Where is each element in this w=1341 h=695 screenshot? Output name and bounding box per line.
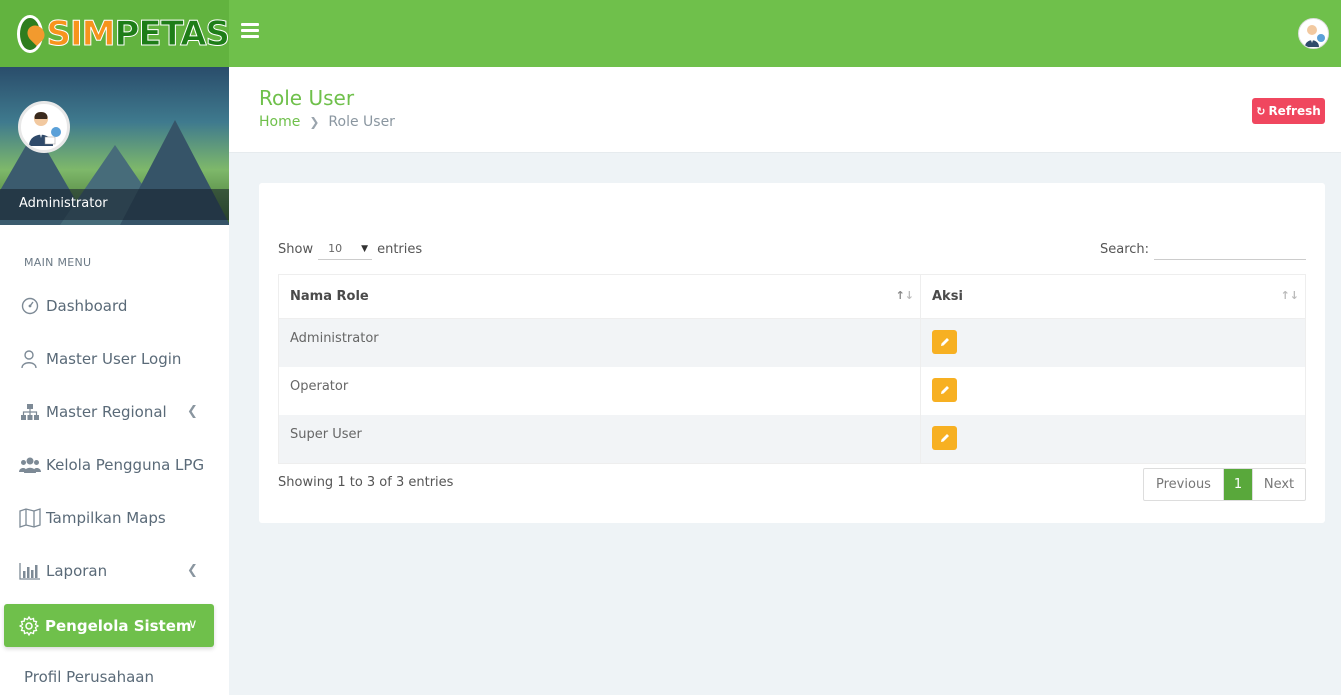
sidebar-item-label: Master Regional — [46, 403, 167, 421]
gear-icon — [18, 615, 40, 637]
page-length-control: Show 10 ▼ entries — [278, 238, 422, 260]
sidebar-item-master-regional[interactable]: Master Regional ❮ — [0, 392, 229, 432]
page-title: Role User — [259, 86, 355, 110]
pagination-previous-button[interactable]: Previous — [1144, 469, 1224, 500]
table-info: Showing 1 to 3 of 3 entries — [278, 475, 454, 490]
sidebar-item-label: Laporan — [46, 562, 108, 580]
pagination-page-1[interactable]: 1 — [1224, 469, 1252, 500]
dashboard-icon — [19, 295, 41, 317]
pagination: Previous 1 Next — [1143, 468, 1306, 501]
chevron-down-icon: ∨ — [188, 617, 198, 632]
menu-header: MAIN MENU — [24, 256, 92, 269]
refresh-button[interactable]: ↻ Refresh — [1252, 98, 1325, 124]
brand-logo[interactable]: SIMPETAS — [0, 0, 230, 67]
sort-asc-icon: ↑↓ — [895, 289, 914, 302]
map-icon — [19, 507, 41, 529]
pagination-next-button[interactable]: Next — [1252, 469, 1305, 500]
search-input[interactable] — [1154, 238, 1307, 260]
sort-icon: ↑↓ — [1280, 289, 1299, 302]
sidebar: Administrator MAIN MENU Dashboard Master… — [0, 67, 229, 695]
sidebar-item-label: Dashboard — [46, 297, 128, 315]
refresh-icon: ↻ — [1256, 104, 1266, 118]
sidebar-item-label: Pengelola Sistem — [45, 616, 192, 635]
chevron-down-icon: ▼ — [361, 243, 369, 254]
breadcrumb-home-link[interactable]: Home — [259, 114, 300, 130]
page-header: Role User Home ❯ Role User ↻ Refresh — [229, 67, 1341, 153]
bar-chart-icon — [19, 560, 41, 582]
top-navbar: SIMPETAS — [0, 0, 1341, 67]
user-icon — [19, 348, 41, 370]
users-icon — [19, 454, 41, 476]
edit-button[interactable] — [932, 330, 957, 354]
profile-avatar[interactable] — [18, 101, 70, 153]
user-avatar[interactable] — [1298, 18, 1329, 49]
sidebar-item-laporan[interactable]: Laporan ❮ — [0, 551, 229, 591]
cell-nama-role: Operator — [279, 367, 921, 415]
pencil-icon — [940, 434, 949, 442]
edit-button[interactable] — [932, 426, 957, 450]
column-header-nama-role[interactable]: Nama Role ↑↓ — [279, 275, 921, 318]
table-header: Nama Role ↑↓ Aksi ↑↓ — [279, 275, 1305, 319]
brand-name: SIMPETAS — [46, 13, 230, 54]
table-row: Operator — [279, 367, 1305, 415]
page-length-select[interactable]: 10 ▼ — [318, 238, 373, 260]
chevron-left-icon: ❮ — [187, 563, 198, 578]
profile-banner: Administrator — [0, 67, 229, 225]
profile-name: Administrator — [19, 196, 108, 211]
pencil-icon — [940, 338, 949, 346]
sidebar-item-dashboard[interactable]: Dashboard — [0, 286, 229, 326]
cell-nama-role: Super User — [279, 415, 921, 463]
hamburger-menu-icon[interactable] — [241, 23, 259, 39]
chevron-left-icon: ❮ — [187, 404, 198, 419]
submenu-item-profil-perusahaan[interactable]: Profil Perusahaan — [24, 668, 154, 686]
sidebar-item-label: Tampilkan Maps — [46, 509, 166, 527]
table-row: Administrator — [279, 319, 1305, 367]
chevron-right-icon: ❯ — [309, 115, 320, 129]
breadcrumb: Home ❯ Role User — [259, 114, 395, 130]
refresh-label: Refresh — [1268, 104, 1321, 118]
sidebar-item-master-user-login[interactable]: Master User Login — [0, 339, 229, 379]
content-card: Show 10 ▼ entries Search: Nama Role ↑↓ A… — [259, 183, 1325, 523]
sidebar-item-pengelola-sistem[interactable]: Pengelola Sistem ∨ — [4, 604, 214, 647]
edit-button[interactable] — [932, 378, 957, 402]
sidebar-item-label: Kelola Pengguna LPG — [46, 456, 205, 474]
sidebar-item-kelola-pengguna-lpg[interactable]: Kelola Pengguna LPG — [0, 445, 229, 485]
globe-pin-icon — [17, 14, 43, 53]
sidebar-item-tampilkan-maps[interactable]: Tampilkan Maps — [0, 498, 229, 538]
sitemap-icon — [19, 401, 41, 423]
sidebar-item-label: Master User Login — [46, 350, 182, 368]
cell-nama-role: Administrator — [279, 319, 921, 367]
roles-table: Nama Role ↑↓ Aksi ↑↓ Administrator Opera… — [278, 274, 1306, 464]
table-row: Super User — [279, 415, 1305, 463]
search-control: Search: — [1100, 238, 1307, 260]
breadcrumb-current: Role User — [328, 114, 395, 130]
pencil-icon — [940, 386, 949, 394]
column-header-aksi[interactable]: Aksi ↑↓ — [921, 275, 1305, 318]
